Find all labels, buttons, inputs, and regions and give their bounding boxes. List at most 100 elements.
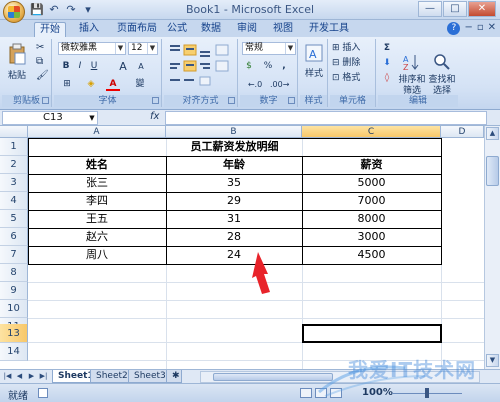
- border-icon[interactable]: ⊞: [60, 78, 74, 91]
- clear-icon[interactable]: ◊: [380, 72, 394, 85]
- find-select-label: 查找和 选择: [428, 75, 456, 96]
- chevron-down-icon: ▼: [115, 43, 125, 54]
- insert-cells-button[interactable]: ⊞ 插入: [332, 42, 374, 55]
- zoom-level[interactable]: 100%: [362, 387, 393, 398]
- clipboard-label: 剪贴板: [12, 96, 40, 106]
- tab-developer[interactable]: 开发工具: [304, 22, 354, 37]
- maximize-button[interactable]: □: [443, 1, 467, 17]
- page-layout-view-icon[interactable]: [315, 388, 327, 398]
- styles-label: 样式: [304, 69, 323, 79]
- scroll-down-icon[interactable]: ▼: [486, 354, 499, 367]
- scroll-up-icon[interactable]: ▲: [486, 127, 499, 140]
- group-label-number: 数字: [240, 95, 297, 107]
- tab-home[interactable]: 开始: [34, 22, 66, 37]
- first-sheet-icon[interactable]: |◀: [2, 371, 13, 382]
- delete-cells-label: 删除: [342, 58, 361, 68]
- group-label-cells: 单元格: [330, 95, 375, 107]
- window-controls: — □ ✕: [418, 1, 496, 17]
- name-box-value: C13: [43, 112, 63, 123]
- bold-button[interactable]: B: [60, 60, 72, 73]
- ribbon-restore-icon[interactable]: ▫: [477, 22, 484, 35]
- tab-review[interactable]: 审阅: [232, 22, 262, 37]
- worksheet-grid[interactable]: A B C D 1 2 3 4 5 6 7 8 9 10 11 12 13 14: [0, 126, 484, 369]
- number-format-value: 常规: [245, 43, 264, 53]
- format-painter-icon[interactable]: 🖌: [36, 70, 49, 81]
- group-alignment: 对齐方式: [164, 39, 238, 107]
- minimize-button[interactable]: —: [418, 1, 442, 17]
- status-bar: 就绪 100%: [0, 383, 500, 402]
- font-color-button[interactable]: A: [106, 78, 120, 91]
- styles-icon: A: [305, 44, 323, 62]
- h-scroll-thumb[interactable]: [213, 373, 333, 381]
- tab-page-layout[interactable]: 页面布局: [112, 22, 162, 37]
- group-label-editing: 编辑: [378, 95, 458, 107]
- group-editing: Σ ⬇ ◊ AZ 排序和 筛选 查找和 选择 编辑: [378, 39, 458, 107]
- font-launcher-icon[interactable]: [152, 97, 159, 104]
- paste-label: 粘贴: [7, 71, 26, 81]
- watermark-text: 我爱IT技术网: [348, 358, 477, 382]
- office-logo-icon: [8, 6, 20, 18]
- tab-view[interactable]: 视图: [268, 22, 298, 37]
- office-button[interactable]: [3, 1, 25, 23]
- sort-filter-label: 排序和 筛选: [398, 75, 426, 96]
- ribbon-minimize-icon[interactable]: −: [464, 22, 472, 35]
- page-break-view-icon[interactable]: [330, 388, 342, 398]
- font-size-select[interactable]: 12 ▼: [128, 42, 158, 55]
- grow-font-button[interactable]: A: [116, 60, 130, 73]
- autosum-button[interactable]: Σ: [380, 42, 394, 55]
- comma-button[interactable]: ,: [278, 60, 290, 73]
- decrease-decimal-icon[interactable]: .00→: [270, 78, 289, 91]
- group-cells: ⊞ 插入 ⊟ 删除 ⊡ 格式 单元格: [330, 39, 376, 107]
- macro-record-icon[interactable]: [38, 388, 48, 398]
- alignment-label: 对齐方式: [182, 96, 219, 106]
- paste-button[interactable]: 粘贴: [6, 43, 28, 81]
- alignment-icons[interactable]: [168, 43, 232, 89]
- last-sheet-icon[interactable]: ▶|: [38, 371, 49, 382]
- group-styles: A 样式 样式: [300, 39, 328, 107]
- percent-button[interactable]: %: [262, 60, 274, 73]
- title-bar: 💾 ↶ ↷ ▾ Book1 - Microsoft Excel — □ ✕: [0, 0, 500, 23]
- fill-color-icon[interactable]: ◈: [84, 78, 98, 91]
- number-format-select[interactable]: 常规 ▼: [242, 42, 296, 55]
- alignment-launcher-icon[interactable]: [228, 97, 235, 104]
- scroll-thumb[interactable]: [486, 156, 499, 186]
- group-number: 常规 ▼ $ % , ←.0 .00→ 数字: [240, 39, 298, 107]
- tab-data[interactable]: 数据: [196, 22, 226, 37]
- styles-button[interactable]: A 样式: [302, 43, 326, 79]
- shrink-font-button[interactable]: A: [134, 60, 148, 73]
- increase-decimal-icon[interactable]: ←.0: [246, 78, 264, 91]
- chevron-down-icon: ▼: [147, 43, 157, 54]
- delete-cells-icon: ⊟: [332, 58, 340, 68]
- tab-insert[interactable]: 插入: [74, 22, 104, 37]
- formula-input[interactable]: [165, 111, 487, 125]
- number-label: 数字: [259, 96, 278, 106]
- format-cells-button[interactable]: ⊡ 格式: [332, 72, 374, 85]
- close-button[interactable]: ✕: [468, 1, 496, 17]
- currency-button[interactable]: $: [242, 60, 256, 73]
- delete-cells-button[interactable]: ⊟ 删除: [332, 57, 374, 70]
- zoom-slider-knob[interactable]: [425, 388, 429, 398]
- ribbon-close-icon[interactable]: ✕: [488, 22, 496, 35]
- phonetic-button[interactable]: 變: [132, 78, 148, 91]
- clipboard-launcher-icon[interactable]: [42, 97, 49, 104]
- name-box[interactable]: C13 ▼: [2, 111, 98, 125]
- number-launcher-icon[interactable]: [288, 97, 295, 104]
- italic-button[interactable]: I: [74, 60, 86, 73]
- format-cells-label: 格式: [342, 73, 361, 83]
- underline-button[interactable]: U: [88, 60, 100, 73]
- insert-function-button[interactable]: fx: [150, 111, 159, 122]
- group-label-clipboard: 剪贴板: [2, 95, 51, 107]
- cells-label: 单元格: [338, 96, 366, 106]
- formula-bar: C13 ▼ fx: [0, 110, 500, 126]
- vertical-scrollbar[interactable]: ▲ ▼: [484, 126, 500, 369]
- cut-icon[interactable]: ✂: [36, 42, 44, 53]
- help-icon[interactable]: ?: [447, 22, 461, 35]
- insert-sheet-icon[interactable]: ✱: [166, 370, 182, 383]
- fill-icon[interactable]: ⬇: [380, 57, 394, 70]
- copy-icon[interactable]: ⧉: [36, 56, 43, 67]
- tab-formulas[interactable]: 公式: [162, 22, 192, 37]
- font-family-select[interactable]: 微软雅黑 ▼: [58, 42, 126, 55]
- prev-sheet-icon[interactable]: ◀: [14, 371, 25, 382]
- next-sheet-icon[interactable]: ▶: [26, 371, 37, 382]
- normal-view-icon[interactable]: [300, 388, 312, 398]
